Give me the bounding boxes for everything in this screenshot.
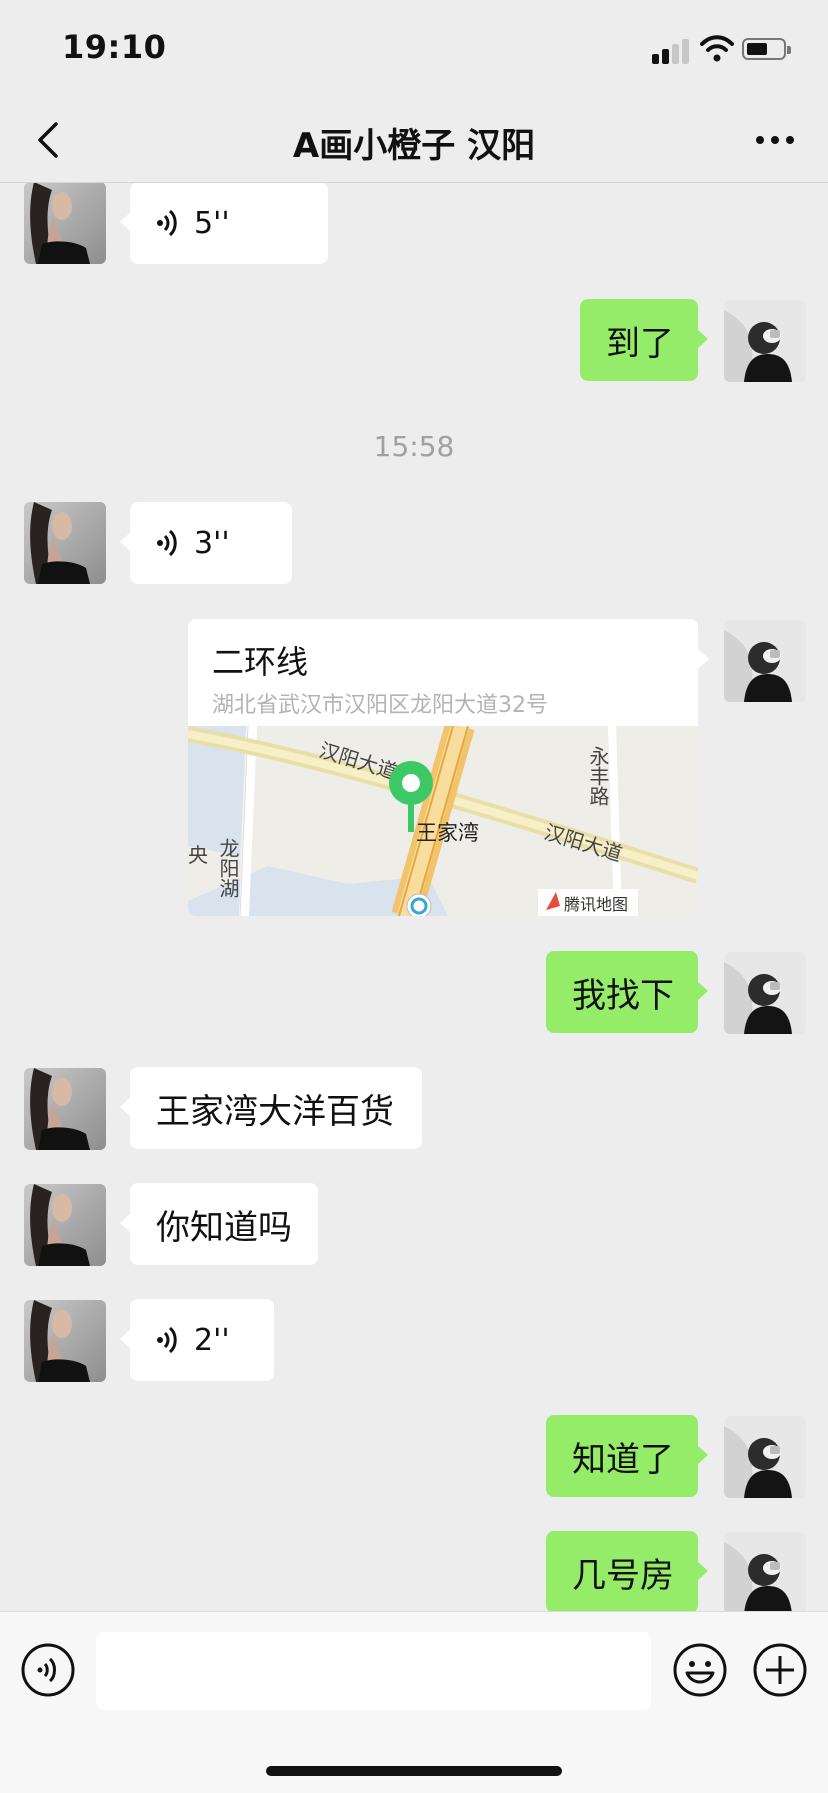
voice-wave-icon: [157, 1326, 177, 1354]
message-timestamp: 15:58: [373, 430, 455, 463]
my-avatar[interactable]: [724, 620, 806, 702]
battery-icon: [742, 38, 791, 60]
text-message[interactable]: 几号房: [546, 1531, 708, 1611]
contact-avatar[interactable]: [24, 183, 106, 264]
my-avatar[interactable]: [724, 952, 806, 1034]
contact-avatar[interactable]: [24, 502, 106, 584]
message-list[interactable]: 5'' 到了 15:58 3'' 二环线 湖北省武汉市汉阳区龙阳大道32号 汉阳…: [0, 183, 828, 1611]
voice-input-icon[interactable]: [20, 1642, 76, 1698]
road-label: 龙阳湖: [216, 838, 240, 898]
location-message-row: 二环线 湖北省武汉市汉阳区龙阳大道32号 汉阳大道 汉阳大道 永丰路 龙阳湖 央…: [0, 619, 828, 916]
text-message[interactable]: 我找下: [546, 951, 708, 1033]
voice-message[interactable]: 2'': [120, 1299, 274, 1381]
wifi-icon: [700, 35, 734, 62]
voice-message[interactable]: 3'': [120, 502, 292, 584]
map-edge-label: 央: [188, 843, 208, 867]
voice-wave-icon: [157, 209, 177, 237]
chat-title: A画小橙子 汉阳: [292, 126, 536, 166]
cellular-signal-icon: [652, 38, 692, 64]
text-message[interactable]: 王家湾大洋百货: [120, 1067, 422, 1149]
place-label: 王家湾: [416, 821, 479, 845]
message-text: 几号房: [572, 1555, 674, 1596]
text-message[interactable]: 到了: [580, 299, 708, 381]
location-map[interactable]: 汉阳大道 汉阳大道 永丰路 龙阳湖 央 王家湾 腾讯地图: [188, 726, 698, 916]
metro-icon: [406, 893, 432, 916]
voice-duration: 2'': [194, 1322, 230, 1358]
message-text: 知道了: [572, 1439, 674, 1480]
map-provider: 腾讯地图: [564, 895, 628, 914]
location-card[interactable]: 二环线 湖北省武汉市汉阳区龙阳大道32号 汉阳大道 汉阳大道 永丰路 龙阳湖 央…: [188, 619, 698, 916]
location-name: 二环线: [212, 643, 309, 681]
chat-header: A画小橙子 汉阳: [0, 100, 828, 183]
message-text: 你知道吗: [156, 1207, 292, 1248]
contact-avatar[interactable]: [24, 1300, 106, 1382]
my-avatar[interactable]: [724, 1416, 806, 1498]
voice-duration: 5'': [194, 205, 230, 241]
location-address: 湖北省武汉市汉阳区龙阳大道32号: [212, 693, 548, 718]
status-time: 19:10: [62, 28, 167, 66]
voice-duration: 3'': [194, 525, 230, 561]
status-bar: 19:10: [0, 0, 828, 100]
input-bar: [0, 1611, 828, 1793]
message-text: 我找下: [572, 975, 674, 1016]
my-avatar[interactable]: [724, 1532, 806, 1611]
plus-icon[interactable]: [752, 1642, 808, 1698]
text-message[interactable]: 知道了: [546, 1415, 708, 1497]
text-message[interactable]: 你知道吗: [120, 1183, 318, 1265]
message-text: 王家湾大洋百货: [156, 1091, 394, 1132]
message-input[interactable]: [96, 1632, 651, 1710]
contact-avatar[interactable]: [24, 1068, 106, 1150]
voice-wave-icon: [157, 529, 177, 557]
voice-message[interactable]: 5'': [120, 183, 328, 264]
emoji-icon[interactable]: [672, 1642, 728, 1698]
road-label: 永丰路: [586, 746, 610, 806]
message-text: 到了: [606, 323, 674, 364]
contact-avatar[interactable]: [24, 1184, 106, 1266]
more-dots-icon[interactable]: [752, 120, 798, 160]
home-indicator[interactable]: [266, 1766, 562, 1776]
my-avatar[interactable]: [724, 300, 806, 382]
